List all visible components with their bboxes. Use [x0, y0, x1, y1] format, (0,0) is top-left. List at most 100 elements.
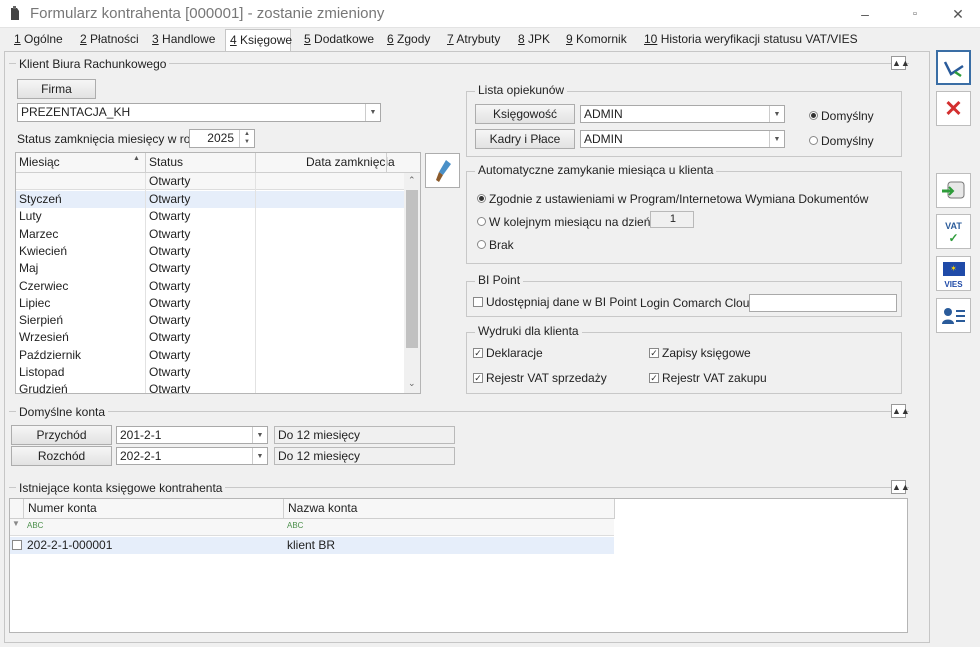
collapse-icon[interactable]: ▲▲ — [891, 404, 910, 418]
scroll-thumb[interactable] — [406, 190, 418, 348]
day-value: 1 — [669, 213, 676, 225]
bipoint-checkbox[interactable] — [473, 297, 483, 307]
row-checkbox[interactable] — [12, 540, 22, 550]
tab-komornik[interactable]: 9 Komornik — [562, 28, 628, 51]
chevron-down-icon[interactable]: ▼ — [769, 131, 784, 147]
chevron-down-icon[interactable]: ▼ — [365, 104, 380, 121]
tab-number: 8 — [518, 32, 525, 46]
opiekun-button[interactable]: Księgowość — [475, 104, 575, 124]
save-button[interactable] — [936, 50, 971, 85]
collapse-icon[interactable]: ▲▲ — [891, 56, 910, 70]
scrollbar[interactable]: ⌃ ⌄ — [404, 173, 420, 393]
tab-atrybuty[interactable]: 7 Atrybuty — [443, 28, 505, 51]
months-header: Miesiąc ▲ Status Data zamknięcia — [16, 153, 420, 173]
scroll-down-icon[interactable]: ⌄ — [408, 378, 416, 389]
table-row[interactable]: Styczeń Otwarty — [16, 191, 404, 208]
col-status[interactable]: Status — [149, 154, 183, 171]
konto-select[interactable]: 202-2-1 ▼ — [116, 447, 268, 465]
accounts-filter-row[interactable]: ▼ ABC ABC — [10, 519, 614, 536]
tab-number: 2 — [80, 32, 87, 46]
filter-row[interactable]: Otwarty — [16, 173, 404, 190]
table-row[interactable]: Lipiec Otwarty — [16, 295, 404, 312]
month-cell: Sierpień — [19, 313, 64, 328]
tab-ogólne[interactable]: 1 Ogólne — [10, 28, 67, 51]
tab-label: JPK — [528, 32, 551, 46]
chevron-down-icon[interactable]: ▼ — [252, 427, 267, 443]
table-row[interactable]: Marzec Otwarty — [16, 226, 404, 243]
gus-button[interactable] — [936, 173, 971, 208]
col-nazwa[interactable]: Nazwa konta — [288, 500, 357, 517]
year-stepper[interactable]: 2025 ▲ ▼ — [189, 129, 255, 148]
table-row[interactable]: Maj Otwarty — [16, 260, 404, 277]
filter-icon[interactable]: ▼ — [12, 519, 20, 528]
table-row[interactable]: Wrzesień Otwarty — [16, 329, 404, 346]
contact-card-button[interactable] — [936, 298, 971, 333]
col-numer[interactable]: Numer konta — [28, 500, 97, 517]
tab-dodatkowe[interactable]: 5 Dodatkowe — [300, 28, 374, 51]
radio-opt1[interactable] — [477, 194, 486, 203]
tab-handlowe[interactable]: 3 Handlowe — [148, 28, 216, 51]
scroll-up-icon[interactable]: ⌃ — [408, 175, 416, 186]
table-row[interactable]: Listopad Otwarty — [16, 364, 404, 381]
table-row[interactable]: Październik Otwarty — [16, 347, 404, 364]
col-date[interactable]: Data zamknięcia — [306, 154, 395, 171]
maximize-button[interactable]: ▫ — [892, 0, 938, 28]
default-radio[interactable] — [809, 111, 818, 120]
status-cell: Otwarty — [149, 365, 191, 379]
tab-number: 6 — [387, 32, 394, 46]
filter-abc-icon: ABC — [27, 521, 44, 530]
chevron-down-icon[interactable]: ▼ — [769, 106, 784, 122]
spin-icon[interactable]: ▲ ▼ — [239, 130, 254, 147]
tab-zgody[interactable]: 6 Zgody — [383, 28, 434, 51]
radio-opt2[interactable] — [477, 217, 486, 226]
collapse-icon[interactable]: ▲▲ — [891, 480, 910, 494]
opiekun-button[interactable]: Kadry i Płace — [475, 129, 575, 149]
month-cell: Marzec — [19, 226, 59, 241]
konto-button[interactable]: Przychód — [11, 425, 112, 445]
close-months-button[interactable] — [425, 153, 460, 188]
close-window-button[interactable]: ✕ — [935, 0, 980, 28]
login-input[interactable] — [749, 294, 897, 312]
table-row[interactable]: Czerwiec Otwarty — [16, 278, 404, 295]
tab-jpk[interactable]: 8 JPK — [514, 28, 553, 51]
minimize-button[interactable]: – — [842, 0, 888, 28]
opiekunowie-title: Lista opiekunów — [475, 83, 568, 97]
table-row[interactable]: 202-2-1-000001 klient BR — [10, 537, 614, 554]
konto-select[interactable]: 201-2-1 ▼ — [116, 426, 268, 444]
opiekun-select[interactable]: ADMIN ▼ — [580, 105, 785, 123]
table-row[interactable]: Luty Otwarty — [16, 208, 404, 225]
vat-sprzedazy-checkbox[interactable]: ✓ — [473, 373, 483, 383]
radio-opt3[interactable] — [477, 240, 486, 249]
tab-historia-weryfikacji-statusu-vat-vies[interactable]: 10 Historia weryfikacji statusu VAT/VIES — [640, 28, 858, 51]
vies-label: VIES — [944, 280, 963, 289]
zapisy-checkbox[interactable]: ✓ — [649, 348, 659, 358]
vat-zakupu-checkbox[interactable]: ✓ — [649, 373, 659, 383]
default-radio[interactable] — [809, 136, 818, 145]
tab-label: Płatności — [90, 32, 139, 46]
tab-label: Atrybuty — [456, 32, 501, 46]
table-row[interactable]: Sierpień Otwarty — [16, 312, 404, 329]
tab-label: Historia weryfikacji statusu VAT/VIES — [660, 32, 858, 46]
konto-button[interactable]: Rozchód — [11, 446, 112, 466]
day-stepper[interactable]: 1 — [650, 211, 694, 228]
firma-button[interactable]: Firma — [17, 79, 96, 99]
opiekun-select[interactable]: ADMIN ▼ — [580, 130, 785, 148]
row-nazwa: klient BR — [287, 538, 336, 552]
firma-select[interactable]: PREZENTACJA_KH ▼ — [17, 103, 381, 122]
month-cell: Styczeń — [19, 192, 62, 206]
vat-check-button[interactable]: VAT ✓ — [936, 214, 971, 249]
close-icon: ✕ — [944, 96, 963, 121]
deklaracje-checkbox[interactable]: ✓ — [473, 348, 483, 358]
vies-button[interactable]: ✶ VIES — [936, 256, 971, 291]
chevron-down-icon[interactable]: ▼ — [252, 448, 267, 464]
opt2-label: W kolejnym miesiącu na dzień — [489, 215, 651, 229]
tab-płatności[interactable]: 2 Płatności — [76, 28, 139, 51]
tab-księgowe[interactable]: 4 Księgowe — [225, 29, 292, 52]
col-month[interactable]: Miesiąc — [19, 154, 60, 171]
tab-label: Komornik — [576, 32, 627, 46]
months-grid: Miesiąc ▲ Status Data zamknięcia Otwarty… — [15, 152, 421, 394]
table-row[interactable]: Grudzień Otwarty — [16, 381, 404, 393]
cancel-button[interactable]: ✕ — [936, 91, 971, 126]
vat-label: VAT — [945, 221, 962, 231]
table-row[interactable]: Kwiecień Otwarty — [16, 243, 404, 260]
